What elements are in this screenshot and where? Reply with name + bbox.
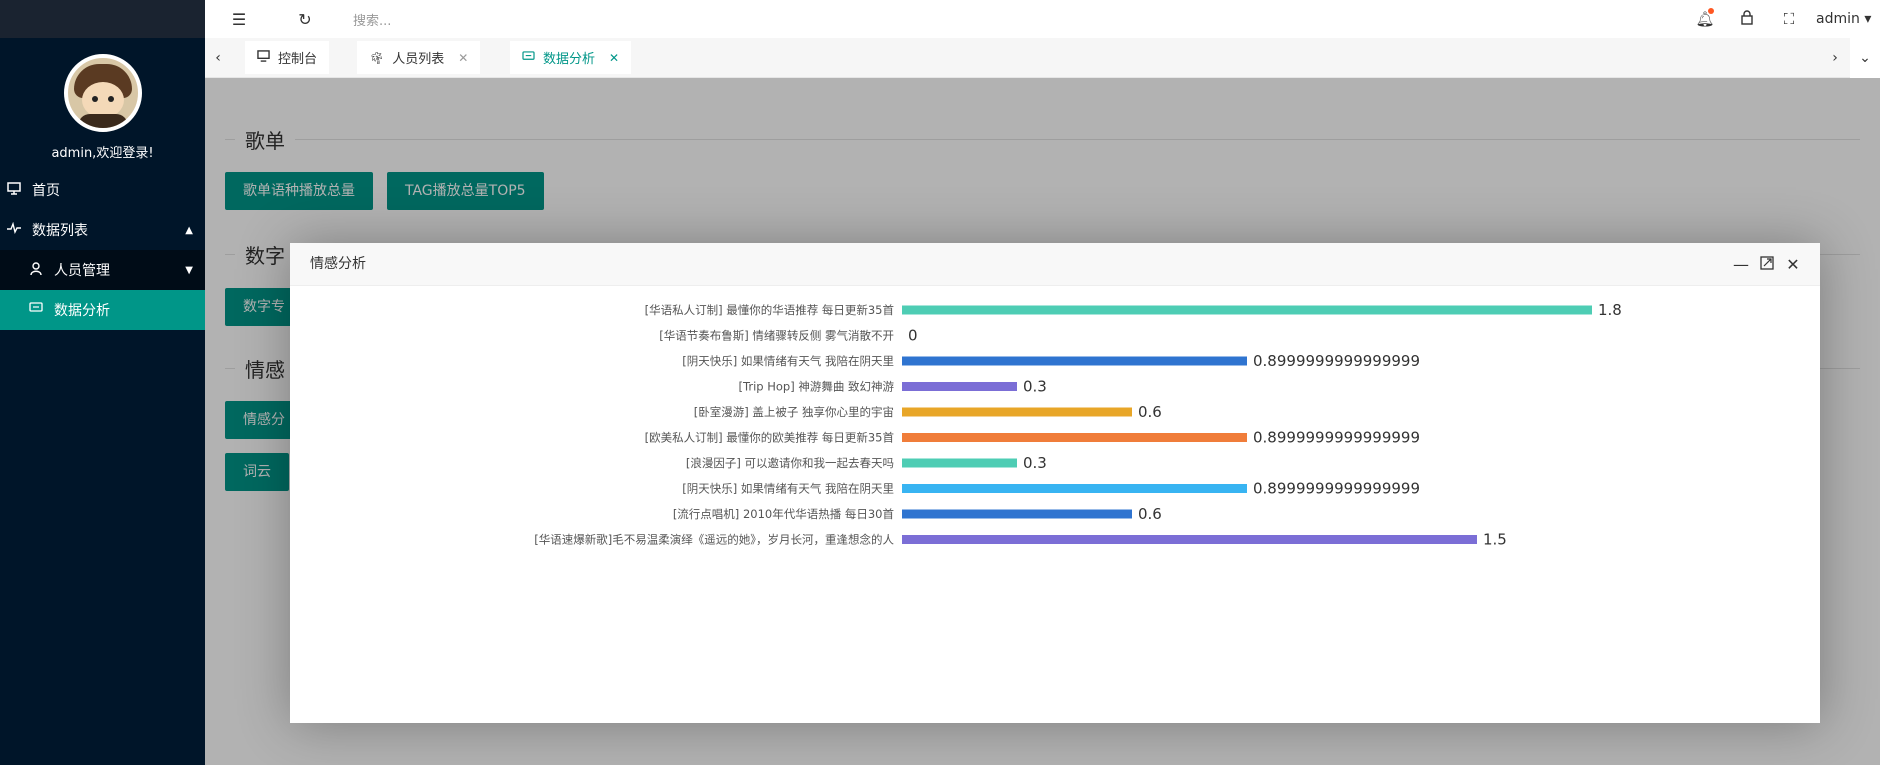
category-label: [阴天快乐] 如果情绪有天气 我陪在阴天里 (682, 354, 894, 368)
tab-scroll-right-icon[interactable]: › (1822, 38, 1848, 78)
value-label: 0.6 (1138, 505, 1162, 523)
close-icon[interactable]: ✕ (458, 51, 468, 65)
fullscreen-icon[interactable]: ⛶ (1768, 10, 1810, 28)
sidebar-item-label: 数据分析 (54, 303, 110, 319)
chat-icon (28, 302, 44, 318)
category-label: [阴天快乐] 如果情绪有天气 我陪在阴天里 (682, 482, 894, 496)
monitor-icon (6, 181, 22, 199)
activity-icon (6, 221, 22, 238)
top-bar: ☰ ↻ 搜索... 🔔︎ ⛶ admin ▾ (205, 0, 1880, 38)
bar[interactable] (902, 356, 1247, 366)
caret-down-icon: ▼ (185, 264, 193, 276)
sidebar-item-data-analysis[interactable]: 数据分析 (0, 290, 205, 330)
chat-icon (522, 50, 535, 65)
value-label: 1.5 (1483, 531, 1507, 549)
dialog-title: 情感分析 (310, 256, 366, 272)
sidebar-item-label: 首页 (32, 183, 60, 199)
sidebar-logo-area (0, 0, 205, 38)
close-icon[interactable]: ✕ (1780, 243, 1806, 286)
bar[interactable] (902, 433, 1247, 442)
top-bar-right: 🔔︎ ⛶ admin ▾ (1684, 0, 1880, 38)
user-icon (28, 261, 44, 279)
category-label: [Trip Hop] 神游舞曲 致幻神游 (739, 380, 895, 394)
category-label: [华语私人订制] 最懂你的华语推荐 每日更新35首 (645, 303, 894, 317)
monitor-icon (257, 50, 270, 65)
sidebar: admin,欢迎登录! 首页 数据列表 ▲ 人员管理 ▼ 数据分析 (0, 0, 205, 765)
close-icon[interactable]: ✕ (609, 51, 619, 65)
sidebar-item-data-list[interactable]: 数据列表 ▲ (0, 210, 205, 250)
category-label: [浪漫因子] 可以邀请你和我一起去春天吗 (686, 456, 894, 470)
value-label: 1.8 (1598, 301, 1622, 319)
sidebar-submenu: 人员管理 ▼ 数据分析 (0, 250, 205, 330)
value-label: 0.8999999999999999 (1253, 352, 1420, 370)
bar[interactable] (902, 458, 1017, 468)
minimize-icon[interactable]: — (1728, 243, 1754, 286)
bar[interactable] (902, 484, 1247, 493)
tab-bar: ‹ 控制台 🌴︎ 人员列表 ✕ 数据分析 ✕ › ⌄ (205, 38, 1880, 78)
tab-data-analysis[interactable]: 数据分析 ✕ (510, 41, 632, 74)
user-menu[interactable]: admin ▾ (1810, 11, 1880, 27)
sidebar-item-label: 人员管理 (54, 263, 110, 279)
category-label: [华语节奏布鲁斯] 情绪骤转反侧 雾气消散不开 (659, 329, 894, 343)
avatar[interactable] (63, 54, 142, 132)
bell-icon[interactable]: 🔔︎ (1684, 8, 1726, 28)
welcome-text: admin,欢迎登录! (51, 146, 154, 161)
tab-label: 人员列表 (392, 52, 445, 67)
username: admin (1816, 11, 1860, 27)
dialog-tools: — ✕ (1728, 243, 1806, 286)
menu-toggle-icon[interactable]: ☰ (219, 10, 259, 29)
tab-menu-dropdown-icon[interactable]: ⌄ (1850, 38, 1880, 78)
category-label: [欧美私人订制] 最懂你的欧美推荐 每日更新35首 (645, 431, 894, 445)
category-label: [华语速爆新歌]毛不易温柔演绎《遥远的她》，岁月长河，重逢想念的人 (534, 533, 894, 547)
dialog-header: 情感分析 — ✕ (290, 243, 1820, 286)
notification-dot (1708, 8, 1714, 14)
category-label: [卧室漫游] 盖上被子 独享你心里的宇宙 (694, 405, 894, 419)
palm-icon: 🌴︎ (369, 50, 385, 65)
bar[interactable] (902, 509, 1132, 519)
value-label: 0 (908, 327, 918, 345)
sidebar-item-home[interactable]: 首页 (0, 170, 205, 210)
sidebar-item-label: 数据列表 (32, 223, 88, 239)
maximize-icon[interactable] (1754, 243, 1780, 286)
bar[interactable] (902, 305, 1592, 315)
category-label: [流行点唱机] 2010年代华语热播 每日30首 (673, 507, 894, 521)
profile: admin,欢迎登录! (0, 38, 205, 170)
value-label: 0.3 (1023, 454, 1047, 472)
value-label: 0.6 (1138, 403, 1162, 421)
sidebar-item-user-management[interactable]: 人员管理 ▼ (0, 250, 205, 290)
value-label: 0.3 (1023, 378, 1047, 396)
emotion-bar-chart: [华语私人订制] 最懂你的华语推荐 每日更新35首 1.8 [华语节奏布鲁斯] 情绪… (534, 301, 1622, 549)
tab-scroll-left-icon[interactable]: ‹ (205, 38, 231, 78)
bar[interactable] (902, 382, 1017, 391)
tab-label: 数据分析 (543, 52, 596, 67)
tab-user-list[interactable]: 🌴︎ 人员列表 ✕ (357, 41, 481, 74)
lock-icon[interactable] (1726, 9, 1768, 29)
search-input[interactable]: 搜索... (353, 10, 553, 29)
value-label: 0.8999999999999999 (1253, 480, 1420, 498)
tab-console[interactable]: 控制台 (245, 41, 330, 74)
bar[interactable] (902, 407, 1132, 417)
bar[interactable] (902, 535, 1477, 544)
value-label: 0.8999999999999999 (1253, 429, 1420, 447)
tab-label: 控制台 (278, 52, 318, 67)
refresh-icon[interactable]: ↻ (285, 10, 325, 29)
emotion-analysis-dialog: 情感分析 — ✕ [华语私人订制] 最懂你的华语推荐 每日更新35首 1.8 [华语… (290, 243, 1820, 723)
caret-up-icon: ▲ (185, 224, 193, 236)
